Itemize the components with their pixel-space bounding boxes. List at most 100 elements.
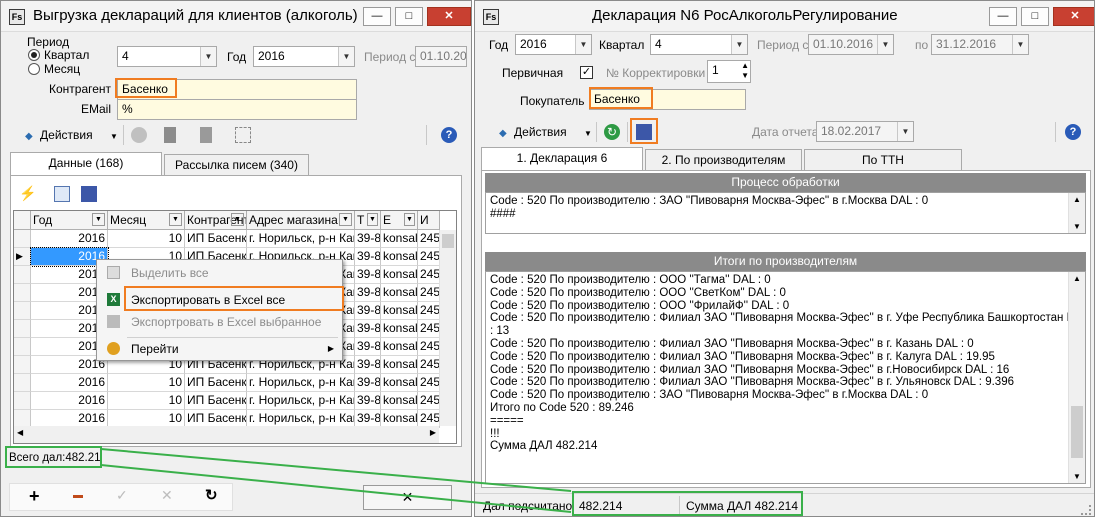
close-button[interactable]: ✕ xyxy=(1053,7,1094,26)
document-icon[interactable] xyxy=(164,127,176,143)
table-cell[interactable]: 39-8б xyxy=(355,248,381,266)
chevron-down-icon[interactable]: ▼ xyxy=(575,35,591,54)
row-selector[interactable] xyxy=(14,338,31,356)
table-cell[interactable]: konsalt xyxy=(381,266,418,284)
grid-vertical-scrollbar[interactable] xyxy=(439,230,456,426)
column-header[interactable]: И xyxy=(418,211,440,230)
table-cell[interactable]: 245 xyxy=(418,356,440,374)
scroll-right-icon[interactable]: ▶ xyxy=(430,428,436,437)
filter-dropdown-icon[interactable]: ▼ xyxy=(404,213,415,226)
scroll-thumb[interactable] xyxy=(442,234,454,248)
table-cell[interactable]: 2016 xyxy=(31,392,108,410)
table-cell[interactable]: 245 xyxy=(418,374,440,392)
table-cell[interactable]: 245 xyxy=(418,230,440,248)
scroll-thumb[interactable] xyxy=(1071,406,1083,458)
close-button[interactable]: ✕ xyxy=(427,7,471,26)
table-cell[interactable]: 39-8б xyxy=(355,356,381,374)
maximize-button[interactable]: □ xyxy=(395,7,423,26)
column-header[interactable]: Е ▼ xyxy=(381,211,418,230)
table-cell[interactable]: г. Норильск, р-н Кайеркан xyxy=(247,392,355,410)
row-selector[interactable] xyxy=(14,284,31,302)
totals-scrollbar[interactable]: ▲ ▼ xyxy=(1068,272,1085,483)
help-icon[interactable]: ? xyxy=(1065,124,1081,140)
process-scrollbar[interactable]: ▲ ▼ xyxy=(1068,193,1085,233)
year-select[interactable]: 2016 ▼ xyxy=(515,34,592,55)
refresh-icon[interactable]: ↻ xyxy=(604,124,620,140)
table-cell[interactable]: 10 xyxy=(108,230,185,248)
table-cell[interactable]: 245 xyxy=(418,320,440,338)
table-cell[interactable]: 245 xyxy=(418,302,440,320)
table-cell[interactable]: 245 xyxy=(418,338,440,356)
table-cell[interactable]: ИП Басенко xyxy=(185,374,247,392)
month-radio[interactable] xyxy=(28,63,40,75)
process-log[interactable]: Code : 520 По производителю : ЗАО ''Пиво… xyxy=(485,192,1086,234)
chevron-down-icon[interactable]: ▼ xyxy=(200,47,216,66)
quarter-radio[interactable] xyxy=(28,49,40,61)
primary-checkbox[interactable]: ✓ xyxy=(580,66,593,79)
minimize-button[interactable]: — xyxy=(989,7,1017,26)
close-form-button[interactable]: ✕ xyxy=(363,485,452,510)
table-cell[interactable]: 2016 xyxy=(31,374,108,392)
tab-data[interactable]: Данные (168) xyxy=(10,152,162,176)
row-selector[interactable] xyxy=(14,356,31,374)
totals-log[interactable]: Code : 520 По производителю : ООО ''Тагм… xyxy=(485,271,1086,484)
row-selector[interactable] xyxy=(14,230,31,248)
row-selector[interactable] xyxy=(14,302,31,320)
scroll-left-icon[interactable]: ◀ xyxy=(17,428,23,437)
chevron-down-icon[interactable]: ▼ xyxy=(731,35,747,54)
row-selector[interactable] xyxy=(14,320,31,338)
table-cell[interactable]: konsalt xyxy=(381,374,418,392)
scroll-up-icon[interactable]: ▲ xyxy=(1073,195,1081,204)
table-cell[interactable]: 245 xyxy=(418,284,440,302)
table-cell[interactable]: konsalt xyxy=(381,248,418,266)
table-cell[interactable]: ИП Басенко xyxy=(185,392,247,410)
column-header[interactable]: Год ▼ xyxy=(31,211,108,230)
tab-ttn[interactable]: По ТТН xyxy=(804,149,962,171)
table-cell[interactable]: 39-8б xyxy=(355,266,381,284)
table-cell[interactable]: ИП Басенко xyxy=(185,230,247,248)
stepper-down-icon[interactable]: ▼ xyxy=(741,71,749,80)
add-icon[interactable]: + xyxy=(29,486,40,507)
table-cell[interactable]: konsalt xyxy=(381,392,418,410)
tab-declaration-6[interactable]: 1. Декларация 6 xyxy=(481,147,643,171)
save-icon[interactable] xyxy=(81,186,97,202)
menu-item-select-all[interactable]: Выделить все xyxy=(97,261,342,285)
table-cell[interactable]: konsalt xyxy=(381,356,418,374)
table-cell[interactable]: 245 xyxy=(418,266,440,284)
row-selector[interactable]: ▶ xyxy=(14,248,31,266)
correction-stepper[interactable]: 1 ▲ ▼ xyxy=(707,60,751,83)
table-cell[interactable]: konsalt xyxy=(381,284,418,302)
filter-dropdown-icon[interactable]: ▼ xyxy=(367,213,378,226)
report-icon[interactable] xyxy=(200,127,212,143)
cancel-icon[interactable]: ✕ xyxy=(161,487,173,504)
column-header[interactable]: Адрес магазина ▼ xyxy=(247,211,355,230)
actions-button[interactable]: ◆ Действия ▼ xyxy=(499,122,592,142)
resize-grip-icon[interactable] xyxy=(1081,505,1091,515)
table-cell[interactable]: konsalt xyxy=(381,320,418,338)
quarter-select[interactable]: 4 ▼ xyxy=(117,46,217,67)
quarter-select[interactable]: 4 ▼ xyxy=(650,34,748,55)
table-cell[interactable]: konsalt xyxy=(381,338,418,356)
minimize-button[interactable]: — xyxy=(363,7,391,26)
menu-item-goto[interactable]: Перейти ▶ xyxy=(97,337,342,361)
column-header[interactable]: Т ▼ xyxy=(355,211,381,230)
row-selector[interactable] xyxy=(14,266,31,284)
help-icon[interactable]: ? xyxy=(441,127,457,143)
scroll-down-icon[interactable]: ▼ xyxy=(1073,222,1081,231)
chevron-down-icon[interactable]: ▼ xyxy=(338,47,354,66)
table-cell[interactable]: 39-8б xyxy=(355,230,381,248)
actions-button[interactable]: ◆ Действия ▼ xyxy=(25,125,118,145)
tab-by-producers[interactable]: 2. По производителям xyxy=(645,149,802,171)
table-cell[interactable]: г. Норильск, р-н Кайеркан xyxy=(247,230,355,248)
refresh-icon[interactable] xyxy=(131,127,147,143)
table-cell[interactable]: 39-8б xyxy=(355,320,381,338)
remove-icon[interactable] xyxy=(73,495,83,498)
table-cell[interactable]: 39-8б xyxy=(355,392,381,410)
grid-horizontal-scrollbar[interactable]: ◀ ▶ xyxy=(14,426,439,443)
menu-item-export-selected[interactable]: Экспортровать в Excel выбранное xyxy=(97,310,342,334)
tree-icon[interactable] xyxy=(235,127,251,143)
table-cell[interactable]: 245 xyxy=(418,392,440,410)
row-selector[interactable] xyxy=(14,374,31,392)
table-cell[interactable]: г. Норильск, р-н Кайеркан xyxy=(247,374,355,392)
table-cell[interactable]: konsalt xyxy=(381,302,418,320)
